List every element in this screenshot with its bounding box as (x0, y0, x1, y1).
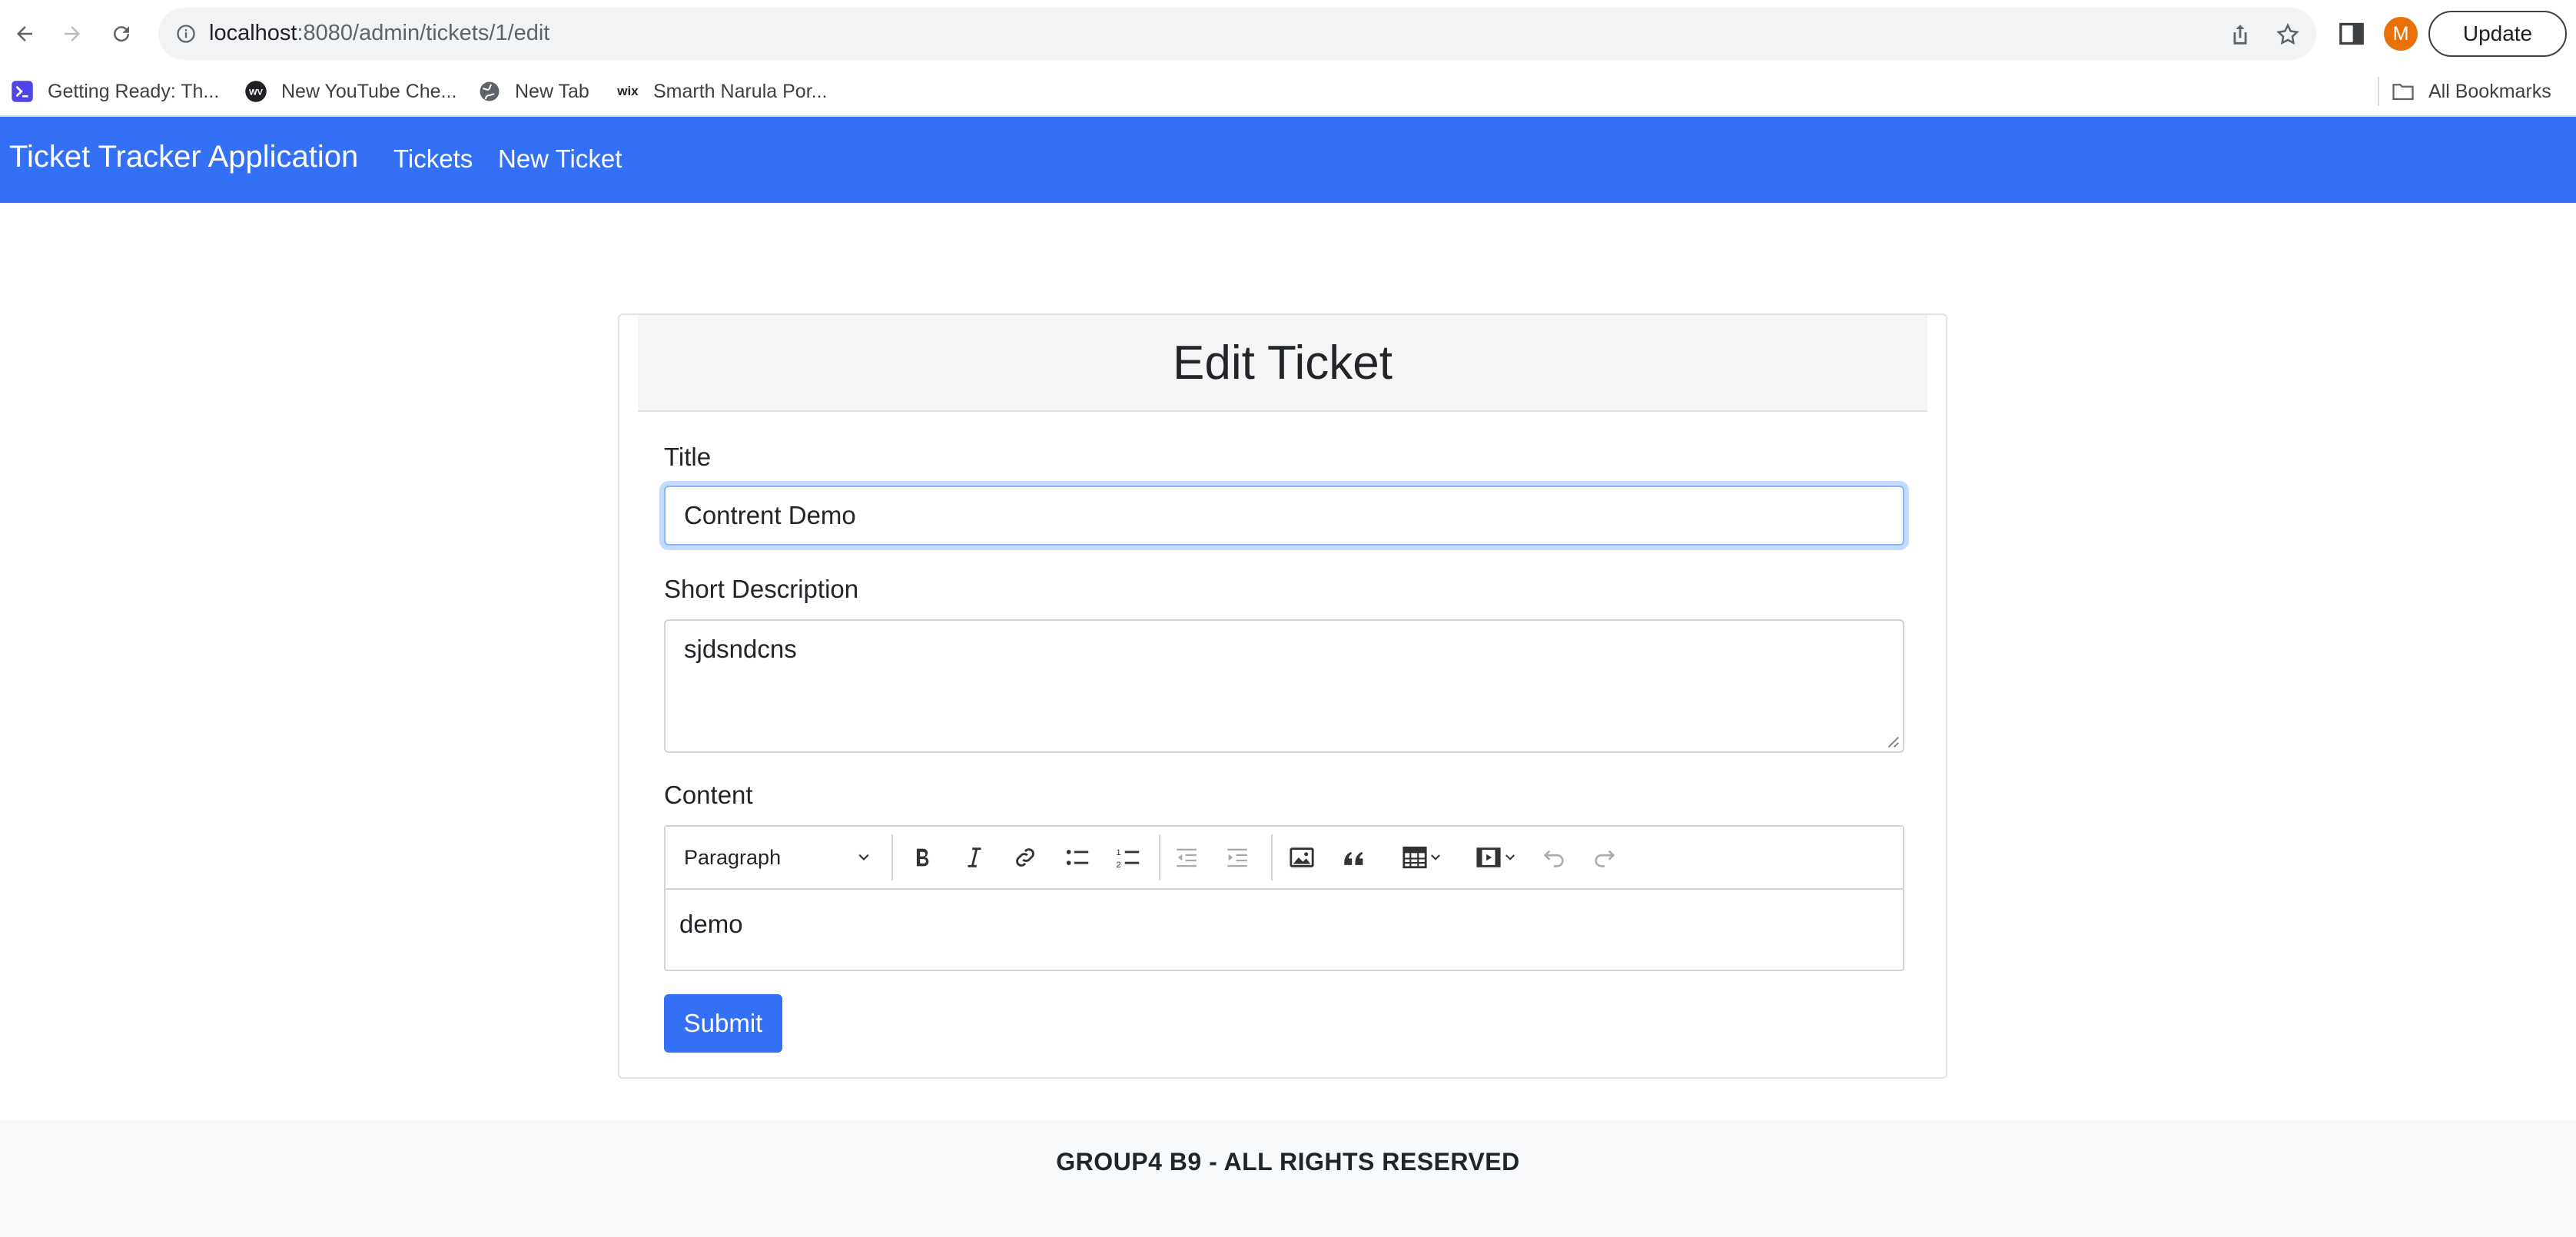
folder-icon (2392, 80, 2415, 103)
outdent-button[interactable] (1170, 841, 1203, 874)
undo-icon (1543, 850, 1564, 867)
title-input[interactable]: Contrent Demo (664, 486, 1904, 546)
all-bookmarks-button[interactable]: All Bookmarks (2392, 75, 2551, 108)
numbered-list-icon: 12 (1116, 848, 1140, 870)
blockquote-icon (1344, 851, 1363, 865)
toolbar-divider (1159, 834, 1160, 880)
svg-text:2: 2 (1116, 861, 1120, 870)
insert-table-button[interactable] (1391, 841, 1452, 874)
insert-image-button[interactable] (1285, 841, 1319, 874)
bold-button[interactable] (905, 841, 939, 874)
terminal-icon (11, 80, 34, 103)
bookmark-item[interactable]: Getting Ready: Th... (11, 75, 219, 108)
editor-content[interactable]: demo (679, 910, 743, 939)
bookmark-label: New YouTube Che... (281, 80, 457, 102)
bookmark-label: Smarth Narula Por... (653, 80, 828, 102)
bookmarks-divider (2378, 77, 2379, 106)
site-info-icon[interactable] (175, 23, 197, 45)
bold-icon (916, 848, 929, 867)
undo-button[interactable] (1537, 841, 1571, 874)
chevron-down-icon (1505, 854, 1515, 861)
globe-icon (478, 80, 501, 103)
content-label: Content (664, 781, 753, 809)
bookmark-item[interactable]: wix Smarth Narula Por... (616, 75, 827, 108)
chevron-down-icon (858, 854, 869, 861)
toolbar-divider (1271, 834, 1273, 880)
wix-icon: wix (617, 84, 639, 98)
update-button[interactable]: Update (2428, 11, 2567, 57)
rich-text-editor: Paragraph 12 demo (664, 825, 1904, 971)
card-header: Edit Ticket (638, 315, 1927, 412)
title-label: Title (664, 443, 712, 471)
bookmark-label: New Tab (515, 80, 589, 102)
outdent-icon (1177, 848, 1197, 867)
italic-button[interactable] (958, 841, 991, 874)
image-icon (1290, 847, 1314, 867)
svg-text:WV: WV (249, 88, 264, 97)
table-icon (1403, 846, 1427, 869)
bulleted-list-button[interactable] (1061, 841, 1094, 874)
insert-media-button[interactable] (1465, 841, 1526, 874)
url-text[interactable]: localhost:8080/admin/tickets/1/edit (209, 21, 549, 46)
heading-dropdown[interactable]: Paragraph (684, 841, 871, 874)
wv-icon: WV (244, 80, 267, 103)
bookmark-label: Getting Ready: Th... (48, 80, 220, 102)
back-button[interactable] (8, 17, 41, 51)
bookmarks-bar: Getting Ready: Th... WV New YouTube Che.… (0, 68, 2576, 117)
redo-icon (1595, 850, 1615, 867)
app-navbar: Ticket Tracker Application Tickets New T… (0, 117, 2576, 203)
chevron-down-icon (1431, 854, 1440, 861)
forward-arrow-icon (65, 26, 80, 41)
indent-icon (1227, 848, 1247, 867)
reload-icon (114, 26, 130, 42)
brand-link[interactable]: Ticket Tracker Application (9, 140, 358, 174)
bookmark-item[interactable]: WV New YouTube Che... (244, 75, 456, 108)
short-description-label: Short Description (664, 575, 859, 603)
link-icon (1016, 848, 1034, 867)
bulleted-list-icon (1066, 850, 1089, 865)
resize-handle-icon[interactable] (1886, 735, 1900, 748)
submit-button[interactable]: Submit (664, 994, 782, 1053)
blockquote-button[interactable] (1337, 841, 1371, 874)
svg-text:1: 1 (1116, 848, 1120, 857)
nav-link-new-ticket[interactable]: New Ticket (498, 144, 622, 174)
reload-button[interactable] (105, 17, 138, 51)
page-title: Edit Ticket (1173, 336, 1393, 390)
page-footer: GROUP4 B9 - ALL RIGHTS RESERVED (0, 1120, 2576, 1237)
editor-toolbar: Paragraph 12 (666, 827, 1903, 890)
forward-button[interactable] (55, 17, 89, 51)
indent-button[interactable] (1220, 841, 1254, 874)
media-icon (1476, 847, 1501, 867)
side-panel-icon[interactable] (2336, 18, 2367, 49)
edit-ticket-card: Edit Ticket Title Contrent Demo Short De… (618, 313, 1947, 1079)
all-bookmarks-label: All Bookmarks (2428, 80, 2551, 102)
numbered-list-button[interactable]: 12 (1111, 841, 1145, 874)
footer-copyright: GROUP4 B9 - ALL RIGHTS RESERVED (1056, 1148, 1520, 1176)
address-bar[interactable]: localhost:8080/admin/tickets/1/edit (158, 8, 2316, 60)
short-description-text: sjdsndcns (684, 635, 797, 663)
redo-button[interactable] (1588, 841, 1622, 874)
heading-dropdown-label: Paragraph (684, 845, 782, 869)
browser-toolbar: localhost:8080/admin/tickets/1/edit M Up… (0, 0, 2576, 68)
italic-icon (968, 847, 981, 867)
nav-link-tickets[interactable]: Tickets (393, 144, 473, 174)
link-button[interactable] (1008, 841, 1042, 874)
short-description-textarea[interactable]: sjdsndcns (664, 619, 1904, 753)
back-arrow-icon (17, 26, 32, 41)
profile-avatar[interactable]: M (2384, 17, 2418, 51)
bookmark-star-icon[interactable] (2275, 22, 2301, 48)
toolbar-divider (891, 834, 893, 880)
share-icon[interactable] (2227, 22, 2253, 48)
bookmark-item[interactable]: New Tab (478, 75, 589, 108)
